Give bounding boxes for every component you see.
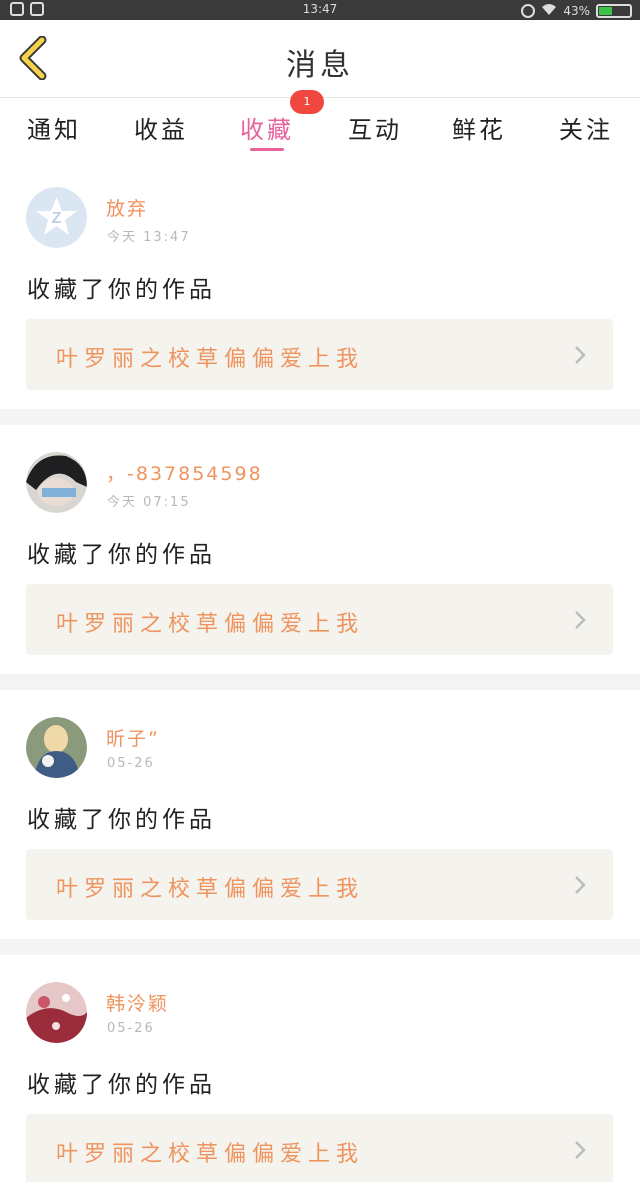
tab-following[interactable]: 关注	[559, 110, 613, 145]
chevron-right-icon	[575, 1141, 586, 1159]
wifi-icon	[541, 2, 557, 19]
work-link[interactable]: 叶罗丽之校草偏偏爱上我	[26, 1114, 613, 1182]
work-title: 叶罗丽之校草偏偏爱上我	[56, 612, 365, 637]
tab-notifications[interactable]: 通知	[27, 110, 81, 145]
timestamp: 今天 13:47	[107, 230, 191, 245]
work-title: 叶罗丽之校草偏偏爱上我	[56, 877, 365, 902]
chevron-right-icon	[575, 346, 586, 364]
message-item: ，-837854598 今天 07:15 收藏了你的作品 叶罗丽之校草偏偏爱上我	[0, 425, 640, 674]
app-header: 消息	[0, 20, 640, 98]
chevron-right-icon	[575, 611, 586, 629]
timestamp: 今天 07:15	[107, 495, 191, 510]
timestamp: 05-26	[107, 1021, 155, 1036]
chevron-right-icon	[575, 876, 586, 894]
username[interactable]: 韩泠颖	[106, 989, 169, 1016]
username[interactable]: 放弃	[106, 194, 148, 221]
status-bar: 13:47 43%	[0, 0, 640, 20]
battery-icon	[596, 3, 632, 18]
work-title: 叶罗丽之校草偏偏爱上我	[56, 347, 365, 372]
message-list: Z 放弃 今天 13:47 收藏了你的作品 叶罗丽之校草偏偏爱上我 ，-8378…	[0, 160, 640, 1182]
divider	[0, 939, 640, 955]
user-avatar[interactable]	[26, 452, 87, 513]
divider	[0, 409, 640, 425]
default-avatar-icon[interactable]: Z	[26, 187, 87, 248]
action-text: 收藏了你的作品	[27, 1072, 216, 1098]
message-item: 昕子” 05-26 收藏了你的作品 叶罗丽之校草偏偏爱上我	[0, 690, 640, 939]
work-link[interactable]: 叶罗丽之校草偏偏爱上我	[26, 849, 613, 920]
work-link[interactable]: 叶罗丽之校草偏偏爱上我	[26, 584, 613, 655]
user-avatar[interactable]	[26, 717, 87, 778]
sync-icon	[521, 3, 536, 18]
page-title: 消息	[286, 48, 354, 83]
work-title: 叶罗丽之校草偏偏爱上我	[56, 1142, 365, 1167]
action-text: 收藏了你的作品	[27, 542, 216, 568]
timestamp: 05-26	[107, 756, 155, 771]
username[interactable]: 昕子”	[106, 724, 160, 751]
work-link[interactable]: 叶罗丽之校草偏偏爱上我	[26, 319, 613, 390]
tab-earnings[interactable]: 收益	[134, 110, 188, 145]
tab-flowers[interactable]: 鲜花	[452, 110, 506, 145]
message-item: Z 放弃 今天 13:47 收藏了你的作品 叶罗丽之校草偏偏爱上我	[0, 160, 640, 409]
battery-text: 43%	[563, 3, 590, 18]
action-text: 收藏了你的作品	[27, 807, 216, 833]
username[interactable]: ，-837854598	[106, 459, 263, 486]
status-right: 43%	[521, 2, 632, 19]
divider	[0, 674, 640, 690]
favorites-badge: 1	[290, 90, 324, 114]
tab-favorites[interactable]: 收藏	[240, 110, 294, 145]
action-text: 收藏了你的作品	[27, 277, 216, 303]
tab-interactions[interactable]: 互动	[348, 110, 402, 145]
user-avatar[interactable]	[26, 982, 87, 1043]
tab-bar: 通知 收益 收藏 1 互动 鲜花 关注	[0, 90, 640, 160]
active-tab-indicator	[250, 148, 284, 151]
svg-text:Z: Z	[52, 210, 62, 227]
message-item: 韩泠颖 05-26 收藏了你的作品 叶罗丽之校草偏偏爱上我	[0, 955, 640, 1182]
